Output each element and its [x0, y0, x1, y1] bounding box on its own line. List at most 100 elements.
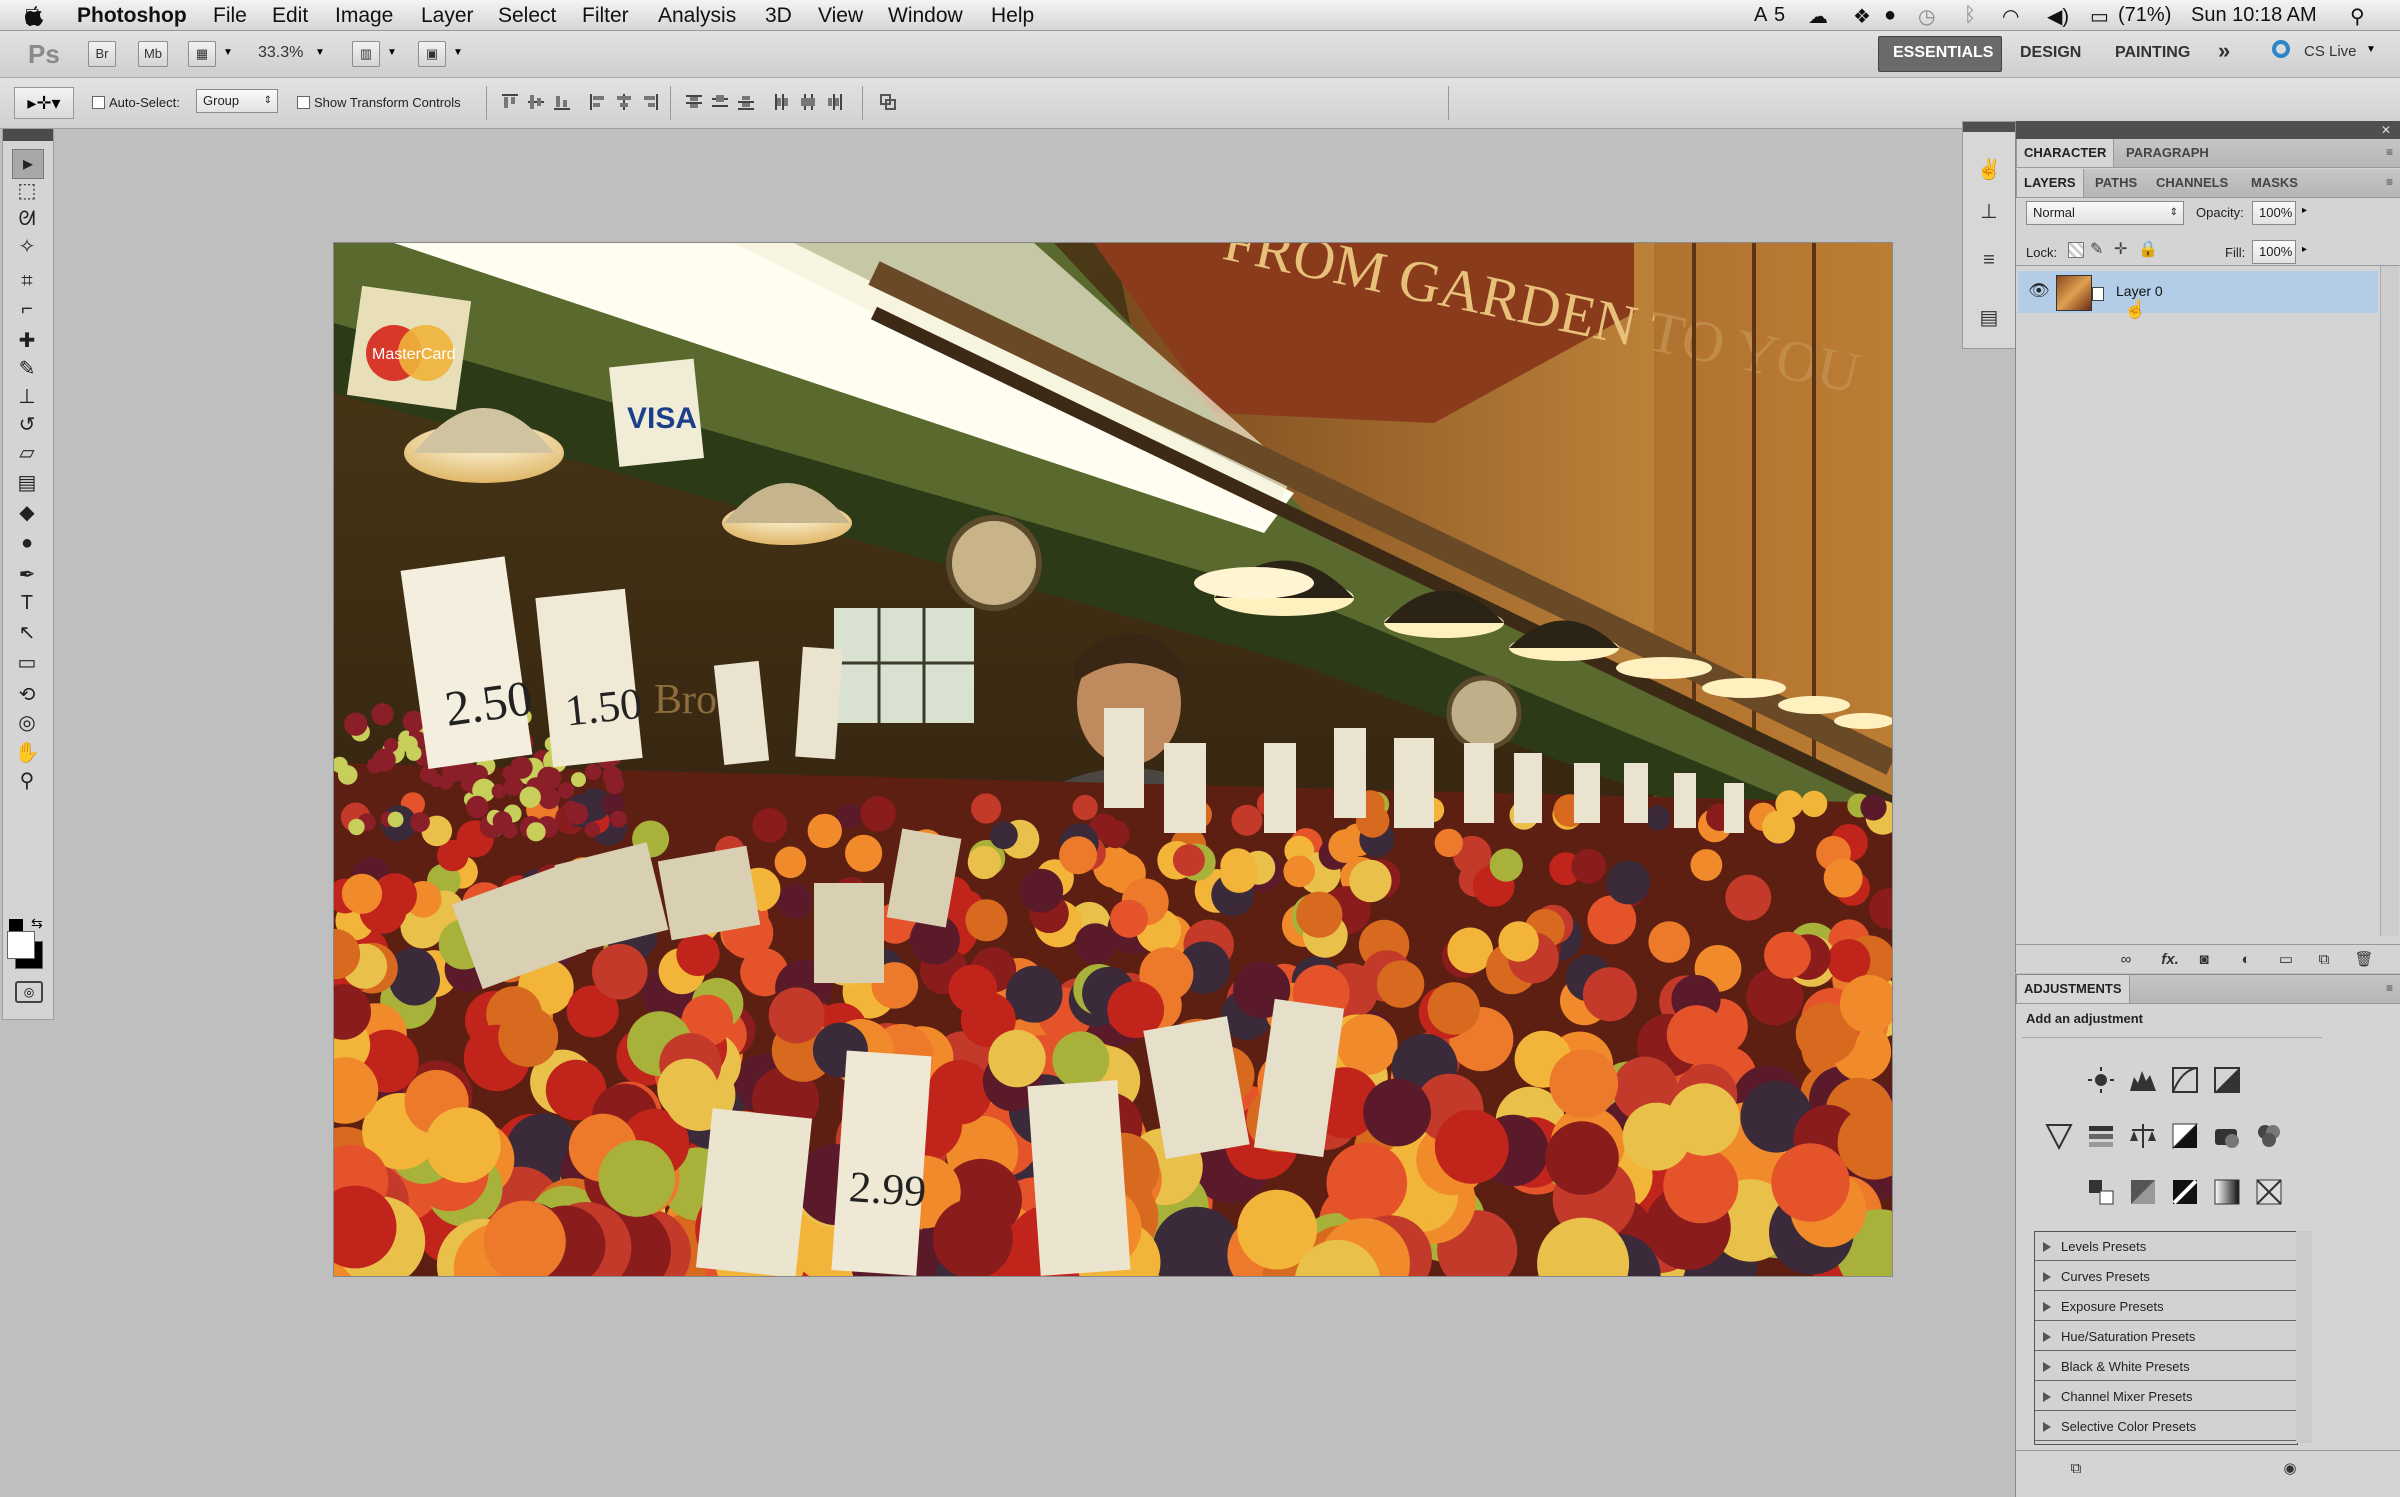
new-adjustment-layer-icon[interactable]: ◐ [2236, 950, 2256, 970]
adjustments-menu-icon[interactable]: ≡ [2386, 981, 2393, 995]
menu-image[interactable]: Image [335, 4, 393, 28]
adjustment-options-icon[interactable]: ◉ [2280, 1459, 2300, 1479]
expand-triangle-icon[interactable] [2043, 1302, 2051, 1312]
workspace-painting[interactable]: PAINTING [2115, 44, 2190, 62]
menu-view[interactable]: View [818, 4, 863, 28]
opacity-field[interactable]: 100% [2252, 201, 2296, 225]
bridge-button[interactable]: Br [88, 41, 116, 67]
quick-mask-icon[interactable]: ◎ [15, 981, 43, 1003]
preset-item[interactable]: Exposure Presets [2035, 1292, 2297, 1321]
dodge-tool-icon[interactable]: ● [12, 529, 42, 557]
auto-select-checkbox[interactable]: Auto-Select: [92, 95, 180, 110]
brightness-contrast-icon[interactable] [2086, 1065, 2116, 1095]
layer-name[interactable]: Layer 0 [2116, 283, 2163, 299]
tab-layers[interactable]: LAYERS [2016, 169, 2084, 197]
tool-preset-picker[interactable]: ▸✛▾ [14, 87, 74, 119]
align-right-icon[interactable] [640, 92, 660, 112]
preset-item[interactable]: Levels Presets [2035, 1232, 2297, 1261]
brush-presets-icon[interactable]: ≡ [1975, 246, 2003, 274]
view-extras-arrow-icon[interactable]: ▼ [223, 47, 233, 58]
layer-visibility-eye-icon[interactable]: 👁 [2028, 281, 2050, 301]
eyedropper-tool-icon[interactable]: ⌐ [12, 295, 42, 323]
tab-masks[interactable]: MASKS [2244, 169, 2305, 197]
apple-logo-icon[interactable] [24, 5, 44, 27]
delete-layer-icon[interactable]: 🗑 [2354, 950, 2374, 970]
wifi-icon[interactable]: ◠ [2002, 4, 2019, 29]
screen-mode-arrow-icon[interactable]: ▼ [453, 47, 463, 58]
new-layer-icon[interactable]: ⧉ [2314, 950, 2334, 970]
record-icon[interactable]: ● [1884, 4, 1896, 27]
move-tool-icon[interactable]: ▸ [12, 149, 44, 179]
zoom-arrow-icon[interactable]: ▼ [315, 47, 325, 58]
adobe-updates-icon[interactable]: A [1754, 4, 1767, 27]
preset-item[interactable]: Channel Mixer Presets [2035, 1382, 2297, 1411]
tools-panel-header[interactable] [3, 129, 53, 141]
menu-window[interactable]: Window [888, 4, 963, 28]
fill-arrow-icon[interactable]: ▸ [2302, 244, 2307, 255]
lock-position-icon[interactable]: ✛ [2114, 239, 2127, 259]
dock-header[interactable] [1963, 122, 2015, 132]
menu-3d[interactable]: 3D [765, 4, 792, 28]
channel-mixer-icon[interactable] [2254, 1121, 2284, 1151]
expand-triangle-icon[interactable] [2043, 1392, 2051, 1402]
distribute-top-icon[interactable] [684, 92, 704, 112]
notes-panel-icon[interactable]: ▤ [1975, 304, 2003, 332]
tool-presets-icon[interactable]: ⊥ [1975, 198, 2003, 226]
close-panel-icon[interactable]: ✕ [2381, 123, 2391, 137]
distribute-left-icon[interactable] [772, 92, 792, 112]
marquee-tool-icon[interactable]: ⬚ [12, 177, 42, 205]
preset-item[interactable]: Black & White Presets [2035, 1352, 2297, 1381]
bluetooth-icon[interactable]: ᛒ [1964, 4, 1976, 27]
cs-live-menu[interactable]: CS Live [2304, 43, 2357, 60]
gradient-map-icon[interactable] [2212, 1177, 2242, 1207]
invert-icon[interactable] [2086, 1177, 2116, 1207]
menu-layer[interactable]: Layer [421, 4, 474, 28]
link-layers-icon[interactable]: ∞ [2116, 950, 2136, 970]
clone-stamp-tool-icon[interactable]: ⊥ [12, 383, 42, 411]
workspace-essentials[interactable]: ESSENTIALS [1893, 44, 1993, 62]
more-workspaces-icon[interactable]: » [2218, 38, 2230, 64]
add-mask-icon[interactable]: ◙ [2194, 950, 2214, 970]
show-transform-checkbox[interactable]: Show Transform Controls [297, 95, 461, 110]
menu-help[interactable]: Help [991, 4, 1034, 28]
crop-tool-icon[interactable]: ⌗ [12, 267, 42, 295]
panel-header[interactable]: ✕ [2016, 121, 2400, 141]
fill-field[interactable]: 100% [2252, 240, 2296, 264]
lasso-tool-icon[interactable]: ᘛ [12, 205, 42, 233]
align-hcenter-icon[interactable] [614, 92, 634, 112]
tab-paragraph[interactable]: PARAGRAPH [2119, 139, 2216, 167]
3d-orbit-tool-icon[interactable]: ◎ [12, 709, 42, 737]
brush-tool-icon[interactable]: ✎ [12, 355, 42, 383]
opacity-arrow-icon[interactable]: ▸ [2302, 205, 2307, 216]
blur-tool-icon[interactable]: ◆ [12, 499, 42, 527]
distribute-vcenter-icon[interactable] [710, 92, 730, 112]
pen-tool-icon[interactable]: ✒ [12, 561, 42, 589]
history-brush-tool-icon[interactable]: ↺ [12, 411, 42, 439]
expand-triangle-icon[interactable] [2043, 1362, 2051, 1372]
menu-file[interactable]: File [213, 4, 247, 28]
spotlight-icon[interactable]: ⚲ [2350, 4, 2365, 29]
presets-scrollbar[interactable] [2296, 1231, 2312, 1443]
3d-rotate-tool-icon[interactable]: ⟲ [12, 681, 42, 709]
threshold-icon[interactable] [2170, 1177, 2200, 1207]
add-layer-style-button[interactable]: fx. [2156, 950, 2184, 970]
expand-triangle-icon[interactable] [2043, 1272, 2051, 1282]
posterize-icon[interactable] [2128, 1177, 2158, 1207]
preset-item[interactable]: Curves Presets [2035, 1262, 2297, 1291]
rectangle-tool-icon[interactable]: ▭ [12, 649, 42, 677]
exposure-icon[interactable] [2212, 1065, 2242, 1095]
align-vcenter-icon[interactable] [526, 92, 546, 112]
distribute-right-icon[interactable] [824, 92, 844, 112]
curves-icon[interactable] [2170, 1065, 2200, 1095]
type-tool-icon[interactable]: T [12, 589, 42, 617]
clock[interactable]: Sun 10:18 AM [2191, 4, 2317, 27]
foreground-color-swatch[interactable] [7, 931, 35, 959]
color-balance-icon[interactable] [2128, 1121, 2158, 1151]
cs-live-arrow-icon[interactable]: ▼ [2366, 44, 2376, 55]
gradient-tool-icon[interactable]: ▤ [12, 469, 42, 497]
screen-mode-button[interactable]: ▣ [418, 41, 446, 67]
align-bottom-icon[interactable] [552, 92, 572, 112]
align-left-icon[interactable] [588, 92, 608, 112]
lock-transparency-icon[interactable] [2068, 242, 2084, 258]
menu-filter[interactable]: Filter [582, 4, 629, 28]
